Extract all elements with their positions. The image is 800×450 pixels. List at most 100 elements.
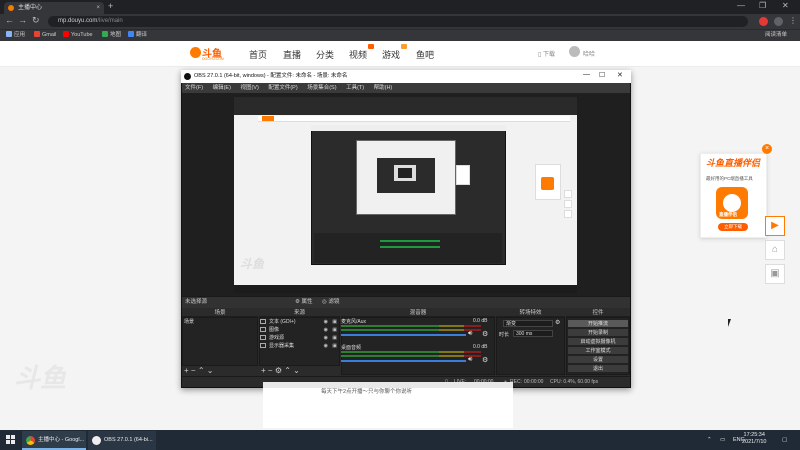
system-clock[interactable]: 17:25:34 2021/7/10 [742, 432, 766, 446]
obs-minimize-icon[interactable]: — [583, 71, 590, 78]
add-source-icon[interactable]: + [261, 366, 266, 375]
lock-icon[interactable]: ▣ [332, 318, 337, 326]
nav-games[interactable]: 游戏 [382, 48, 400, 61]
visibility-eye-icon[interactable]: ◉ [324, 342, 328, 350]
obs-menu-file[interactable]: 文件(F) [185, 85, 203, 91]
preview-capture-app-icon [541, 177, 554, 190]
add-scene-icon[interactable]: + [184, 366, 189, 375]
mixer-meter [341, 325, 481, 327]
minimize-icon[interactable]: — [737, 1, 745, 10]
settings-button[interactable]: 设置 [567, 355, 629, 364]
scene-up-icon[interactable]: ⌃ [198, 366, 205, 375]
scene-item[interactable]: 场景 [184, 318, 256, 325]
obs-menu-tools[interactable]: 工具(T) [346, 85, 364, 91]
remove-source-icon[interactable]: − [268, 366, 273, 375]
promo-app-label: 直播伴侣 [719, 212, 737, 217]
lock-icon[interactable]: ▣ [332, 342, 337, 350]
sources-dock-title: 来源 [259, 309, 340, 317]
start-recording-button[interactable]: 开始录制 [567, 328, 629, 337]
close-window-icon[interactable]: ✕ [782, 1, 789, 10]
nav-video[interactable]: 视频 [349, 48, 367, 61]
visibility-eye-icon[interactable]: ◉ [324, 326, 328, 334]
preview-nested-meter [380, 240, 440, 242]
user-name[interactable]: 哈哈 [583, 49, 595, 58]
mixer-settings-icon[interactable]: ⚙ [482, 356, 488, 364]
promo-close-icon[interactable]: × [762, 144, 772, 154]
obs-maximize-icon[interactable]: ☐ [599, 71, 605, 79]
download-link[interactable]: ▯ 下载 [538, 49, 555, 58]
mixer-volume-slider[interactable] [341, 334, 466, 336]
filters-button[interactable]: ◎ 滤镜 [322, 297, 339, 308]
remove-scene-icon[interactable]: − [191, 366, 196, 375]
transition-settings-icon[interactable]: ⚙ [555, 319, 560, 326]
play-icon[interactable]: ▶ [765, 216, 785, 236]
text-icon [260, 319, 266, 324]
preview-capture-browser-bar [234, 97, 577, 115]
new-tab-icon[interactable]: + [108, 1, 113, 11]
user-avatar[interactable] [569, 46, 580, 57]
source-up-icon[interactable]: ⌃ [284, 366, 291, 375]
back-icon[interactable]: ← [5, 15, 14, 25]
taskbar-chrome[interactable]: 主播中心 - Googl... [22, 431, 86, 450]
visibility-eye-icon[interactable]: ◉ [324, 334, 328, 342]
nav-home[interactable]: 首页 [249, 48, 267, 61]
source-settings-icon[interactable]: ⚙ [275, 366, 282, 375]
forward-icon[interactable]: → [18, 15, 27, 25]
source-down-icon[interactable]: ⌄ [293, 366, 300, 375]
notifications-icon[interactable]: ▢ [782, 431, 787, 450]
promo-download-button[interactable]: 立即下载 [718, 223, 748, 231]
mixer-volume-slider[interactable] [341, 360, 466, 362]
start-streaming-button[interactable]: 开始推流 [567, 319, 629, 328]
windows-start-icon[interactable] [6, 435, 16, 445]
bookmark-gmail[interactable]: Gmail [34, 29, 56, 41]
tray-chevron-icon[interactable]: ⌃ [707, 431, 712, 450]
maximize-icon[interactable]: ❐ [759, 1, 766, 10]
menu-kebab-icon[interactable]: ⋮ [789, 16, 797, 25]
obs-menu-profile[interactable]: 配置文件(P) [268, 85, 297, 91]
obs-menu-help[interactable]: 帮助(H) [374, 85, 393, 91]
obs-menu-edit[interactable]: 编辑(E) [213, 85, 231, 91]
mixer-settings-icon[interactable]: ⚙ [482, 330, 488, 338]
site-logo[interactable]: 斗鱼 DOUYU.COM [190, 45, 226, 63]
hot-badge [401, 44, 407, 49]
lock-icon[interactable]: ▣ [332, 326, 337, 334]
reload-icon[interactable]: ↻ [32, 15, 40, 26]
nav-live[interactable]: 直播 [283, 48, 301, 61]
transition-select[interactable]: 渐变 [503, 320, 553, 327]
studio-mode-button[interactable]: 工作室模式 [567, 346, 629, 355]
virtual-camera-button[interactable]: 启动虚拟摄像机 [567, 337, 629, 346]
bookmark-translate[interactable]: 翻译 [128, 29, 147, 41]
source-row[interactable]: 文本 (GDI+) ◉ ▣ [260, 318, 340, 326]
profile-avatar[interactable] [774, 17, 783, 26]
source-row[interactable]: 显示器采集 ◉ ▣ [260, 342, 340, 350]
mixer-meter [341, 351, 481, 353]
obs-menu-view[interactable]: 视图(V) [240, 85, 258, 91]
tab-close-icon[interactable]: × [96, 2, 100, 14]
properties-button[interactable]: ⚙ 属性 [295, 297, 312, 308]
source-row[interactable]: 游戏源 ◉ ▣ [260, 334, 340, 342]
extension-icon[interactable] [759, 17, 768, 26]
bookmark-youtube[interactable]: YouTube [63, 29, 93, 41]
address-bar[interactable]: mp.douyu.com/live/main [48, 16, 748, 27]
source-row[interactable]: 图像 ◉ ▣ [260, 326, 340, 334]
bookmark-maps[interactable]: 地图 [102, 29, 121, 41]
obs-menu-scenecollection[interactable]: 场景集合(S) [307, 85, 336, 91]
exit-button[interactable]: 退出 [567, 364, 629, 373]
bookmark-apps[interactable]: 应用 [6, 29, 25, 41]
browser-tab[interactable]: 主播中心 × [4, 2, 104, 14]
duration-input[interactable]: 300 ms [513, 330, 553, 337]
taskbar-obs[interactable]: OBS 27.0.1 (64-bi... [88, 431, 156, 450]
lock-icon[interactable]: ▣ [332, 334, 337, 342]
network-icon[interactable]: ▭ [720, 431, 725, 450]
home-icon[interactable]: ⌂ [765, 240, 785, 260]
nav-category[interactable]: 分类 [316, 48, 334, 61]
visibility-eye-icon[interactable]: ◉ [324, 318, 328, 326]
obs-close-icon[interactable]: ✕ [617, 71, 623, 79]
speaker-icon[interactable]: 🔊︎ [468, 330, 472, 338]
scene-down-icon[interactable]: ⌄ [207, 366, 214, 375]
nav-fishbar[interactable]: 鱼吧 [416, 48, 434, 61]
preview-capture-logo [262, 116, 274, 121]
reading-list[interactable]: 阅读清单 [765, 29, 787, 41]
speaker-icon[interactable]: 🔊︎ [468, 356, 472, 364]
screen-icon[interactable]: ▣ [765, 264, 785, 284]
